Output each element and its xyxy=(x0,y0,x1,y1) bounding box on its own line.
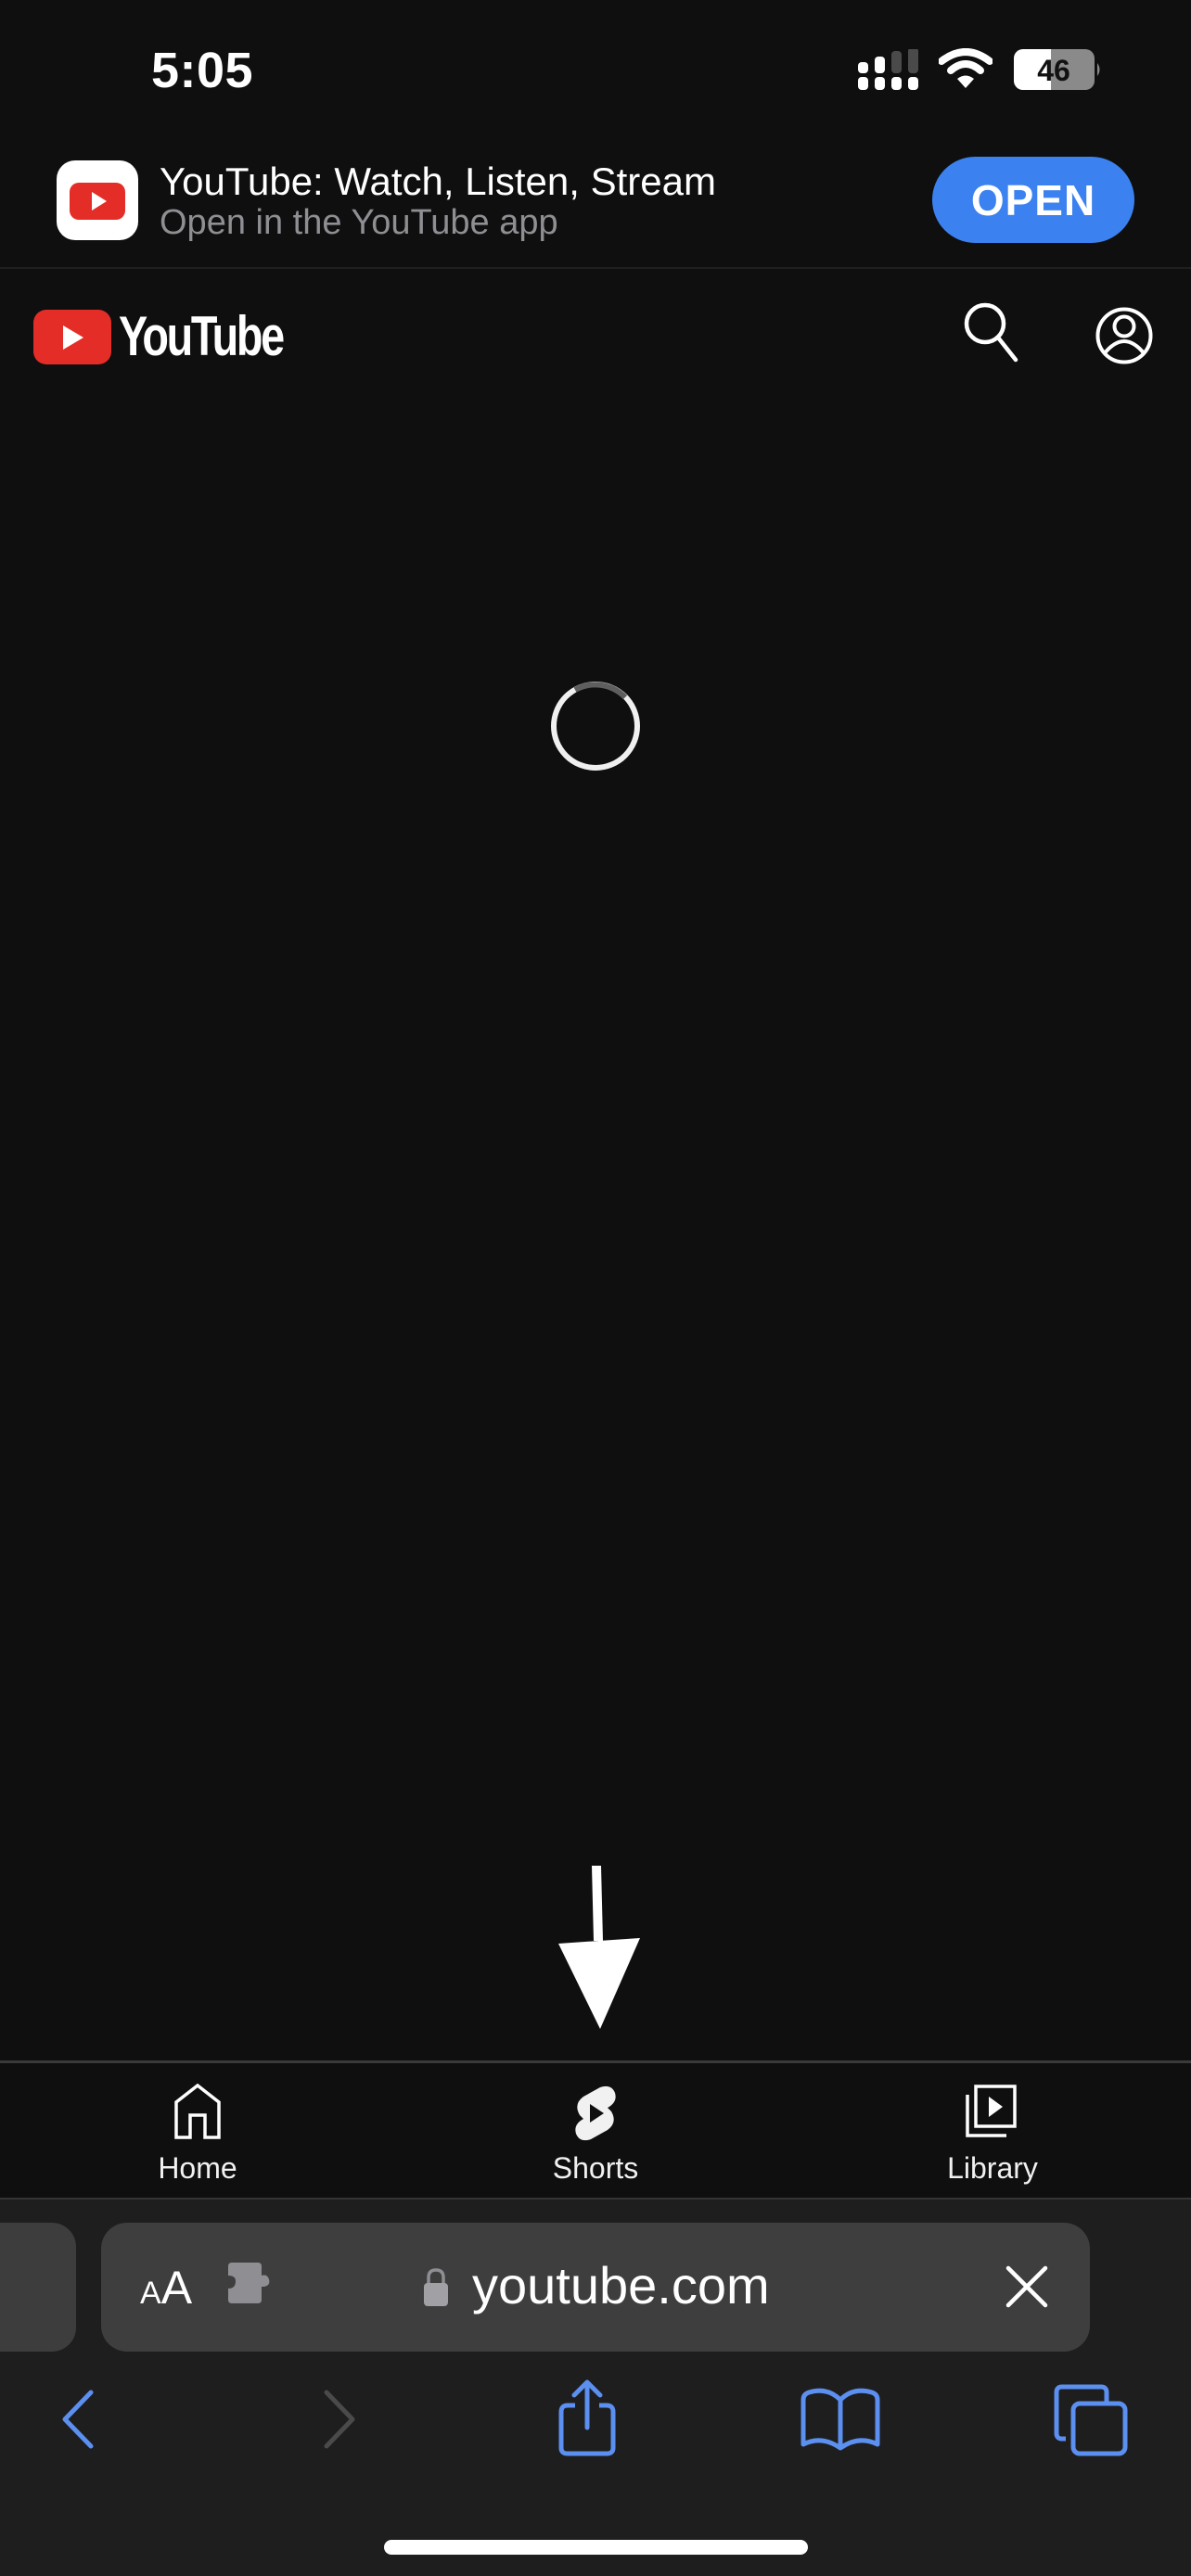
share-icon[interactable] xyxy=(555,2379,620,2457)
wifi-icon xyxy=(939,48,992,88)
reader-big-a: A xyxy=(160,2262,193,2314)
nav-label-shorts: Shorts xyxy=(552,2151,639,2185)
search-icon[interactable] xyxy=(961,300,1020,365)
bookmarks-icon[interactable] xyxy=(800,2387,881,2452)
battery-indicator: 46 xyxy=(1014,49,1103,90)
reader-small-a: A xyxy=(140,2276,161,2311)
back-icon[interactable] xyxy=(58,2389,100,2450)
youtube-logo-text: YouTube xyxy=(119,305,285,367)
nav-label-home: Home xyxy=(158,2151,237,2185)
tabs-icon[interactable] xyxy=(1053,2383,1129,2457)
nav-item-home[interactable]: Home xyxy=(96,2063,300,2198)
youtube-logo[interactable]: YouTube xyxy=(33,306,285,367)
nav-item-shorts[interactable]: Shorts xyxy=(493,2063,698,2198)
youtube-header: YouTube xyxy=(0,271,1191,408)
reader-mode-button[interactable]: AA xyxy=(140,2260,192,2315)
open-app-button[interactable]: OPEN xyxy=(932,157,1134,243)
annotation-arrow xyxy=(558,1866,640,2029)
url-text[interactable]: youtube.com xyxy=(472,2256,770,2315)
library-icon xyxy=(966,2085,1017,2137)
loading-spinner xyxy=(551,682,640,771)
extension-puzzle-icon[interactable] xyxy=(224,2263,273,2303)
youtube-app-icon[interactable] xyxy=(57,160,138,240)
safari-toolbar: AA youtube.com xyxy=(0,2198,1191,2576)
nav-item-library[interactable]: Library xyxy=(890,2063,1095,2198)
app-banner: YouTube: Watch, Listen, Stream Open in t… xyxy=(0,139,1191,269)
home-indicator[interactable] xyxy=(384,2540,808,2555)
youtube-bottom-nav: Home Shorts Library xyxy=(0,2060,1191,2198)
battery-percent: 46 xyxy=(1037,54,1070,87)
nav-label-library: Library xyxy=(947,2151,1038,2185)
address-bar[interactable]: AA youtube.com xyxy=(101,2223,1090,2352)
previous-tab-pill[interactable] xyxy=(0,2223,76,2352)
shorts-icon xyxy=(575,2085,616,2141)
home-icon xyxy=(174,2084,221,2139)
banner-subtitle: Open in the YouTube app xyxy=(160,203,558,242)
account-icon[interactable] xyxy=(1095,306,1154,365)
status-time: 5:05 xyxy=(151,43,254,98)
banner-title: YouTube: Watch, Listen, Stream xyxy=(160,159,716,203)
battery-icon: 46 xyxy=(1014,49,1100,90)
forward-icon[interactable] xyxy=(317,2389,360,2450)
cellular-signal-icon xyxy=(858,49,918,90)
lock-icon xyxy=(424,2268,448,2306)
close-icon[interactable] xyxy=(1005,2264,1049,2309)
